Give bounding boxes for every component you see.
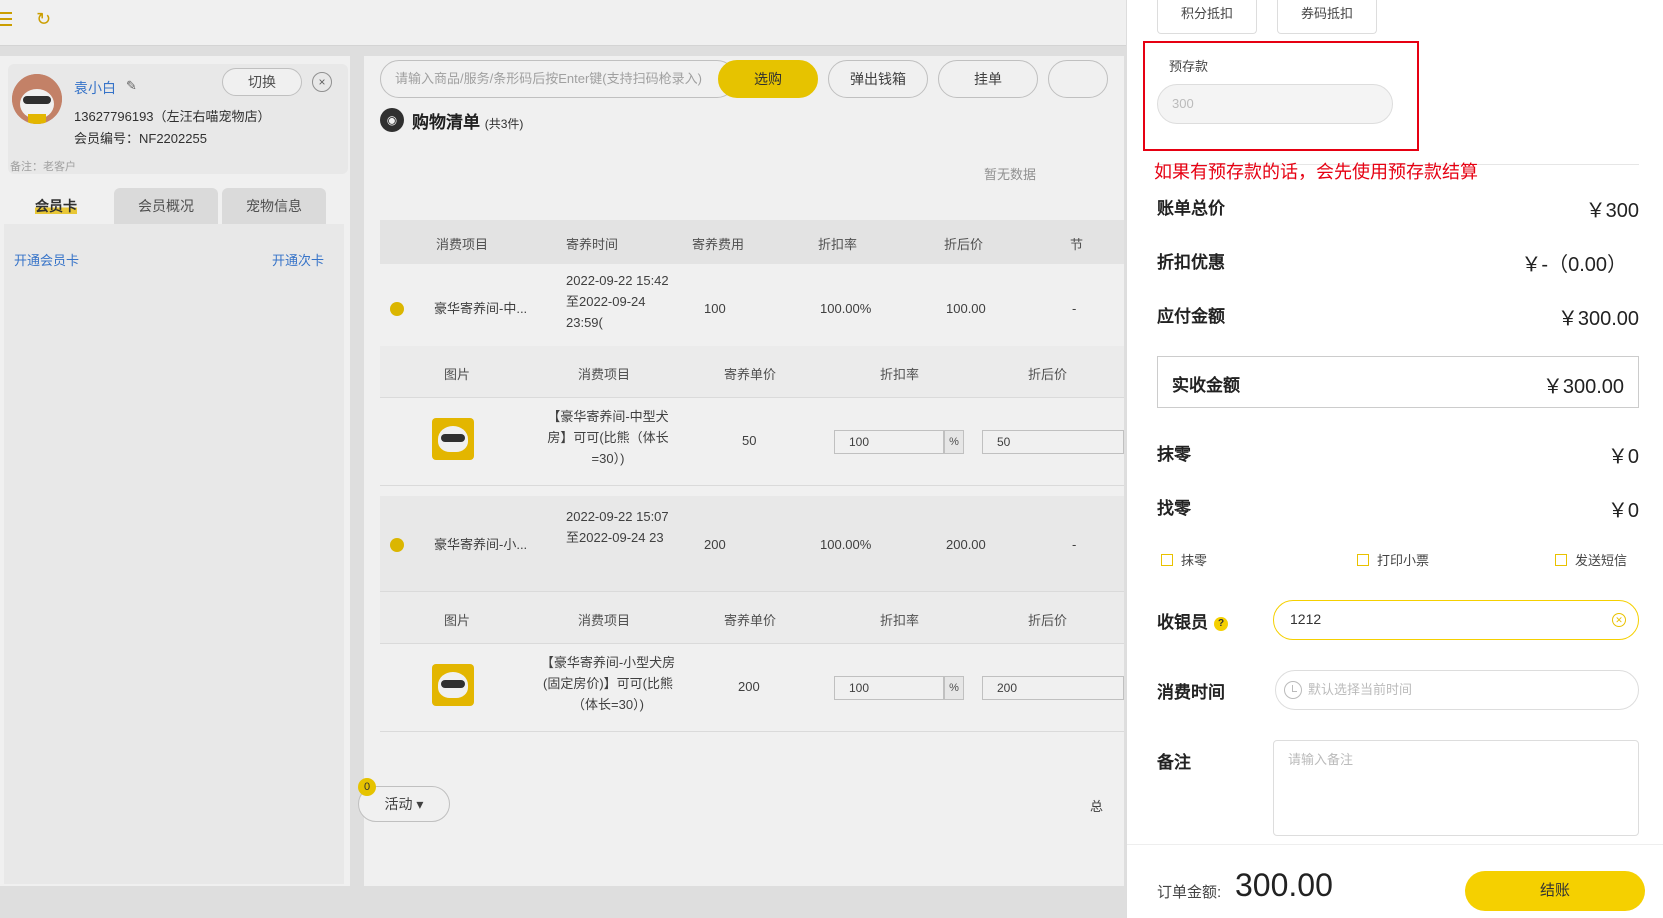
annotation-text: 如果有预存款的话，会先使用预存款结算 <box>1154 162 1478 182</box>
discount-label: 折扣优惠 <box>1157 253 1225 272</box>
points-deduction-tab[interactable]: 积分抵扣 <box>1157 0 1257 34</box>
clear-icon[interactable]: ✕ <box>1612 613 1626 627</box>
received-amount-box[interactable]: 实收金额 ￥300.00 <box>1157 356 1639 408</box>
discount-value: ￥-（0.00） <box>1521 254 1627 276</box>
order-amount-label: 订单金额: <box>1157 884 1222 901</box>
remark-textarea[interactable]: 请输入备注 <box>1273 740 1639 836</box>
send-sms-checkbox[interactable]: 发送短信 <box>1555 550 1627 569</box>
payable-label: 应付金额 <box>1157 307 1225 326</box>
received-value: ￥300.00 <box>1542 376 1624 398</box>
round-label: 抹零 <box>1157 445 1191 464</box>
checkout-footer: 订单金额: 300.00 结账 <box>1127 844 1663 918</box>
consume-time-input[interactable]: 默认选择当前时间 <box>1275 670 1639 710</box>
clock-icon <box>1284 681 1302 699</box>
deposit-label: 预存款 <box>1169 59 1209 74</box>
payable-value: ￥300.00 <box>1557 308 1639 330</box>
print-receipt-checkbox[interactable]: 打印小票 <box>1357 550 1429 569</box>
change-value: ￥0 <box>1607 500 1639 522</box>
help-icon[interactable]: ? <box>1214 617 1228 631</box>
checkout-drawer: 积分抵扣 券码抵扣 预存款 300 如果有预存款的话，会先使用预存款结算 账单总… <box>1126 0 1663 918</box>
change-label: 找零 <box>1157 499 1191 518</box>
coupon-deduction-tab[interactable]: 券码抵扣 <box>1277 0 1377 34</box>
bill-total-label: 账单总价 <box>1157 199 1225 218</box>
cashier-label: 收银员? <box>1157 608 1228 633</box>
cashier-input[interactable]: 1212 ✕ <box>1273 600 1639 640</box>
order-amount-value: 300.00 <box>1235 867 1333 903</box>
bill-total-value: ￥300 <box>1585 200 1639 222</box>
modal-overlay[interactable] <box>0 0 1126 918</box>
round-checkbox[interactable]: 抹零 <box>1161 550 1207 569</box>
deposit-input[interactable]: 300 <box>1157 84 1393 124</box>
round-value: ￥0 <box>1607 446 1639 468</box>
remark-label: 备注 <box>1157 753 1191 772</box>
received-label: 实收金额 <box>1172 376 1240 395</box>
consume-time-label: 消费时间 <box>1157 683 1225 702</box>
checkout-button[interactable]: 结账 <box>1465 871 1645 911</box>
